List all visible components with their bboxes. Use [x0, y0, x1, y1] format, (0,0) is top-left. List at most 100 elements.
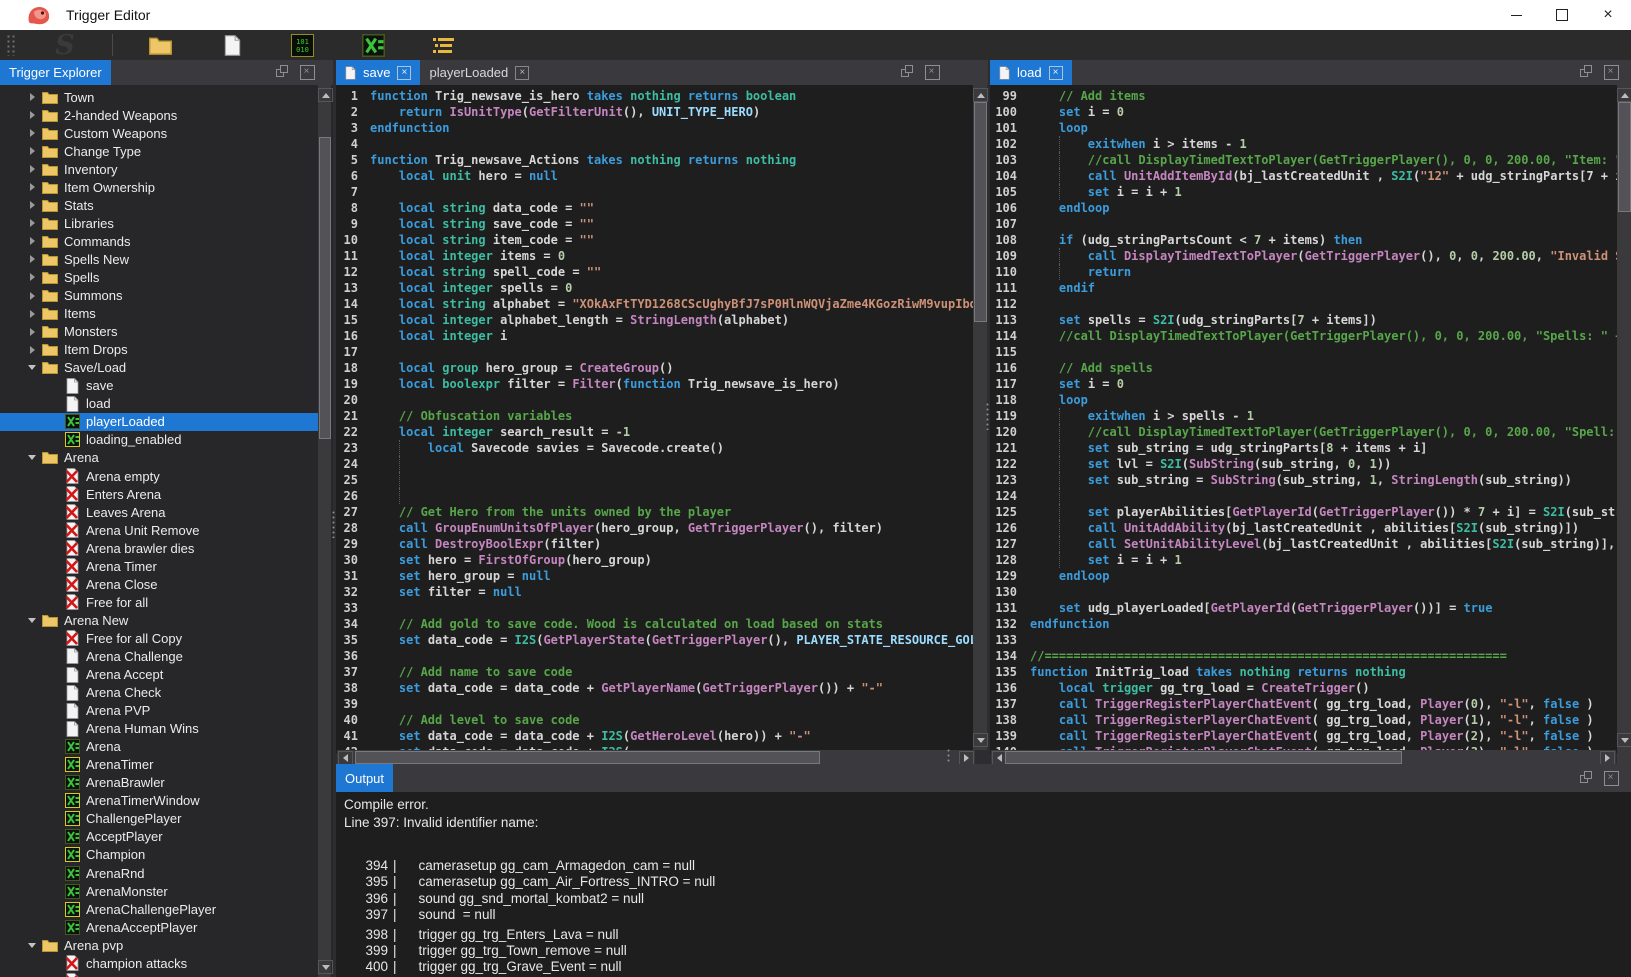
tree-item[interactable] — [0, 972, 318, 977]
tree-item[interactable]: Item Drops — [0, 341, 318, 359]
tree-item[interactable]: Arena — [0, 738, 318, 756]
close-panel-icon[interactable] — [1604, 65, 1619, 80]
splitter-handle[interactable] — [985, 402, 990, 430]
tree-item[interactable]: Free for all Copy — [0, 629, 318, 647]
scroll-up-icon[interactable] — [973, 88, 988, 102]
expand-arrow-icon[interactable] — [26, 219, 38, 227]
tree-item[interactable]: Arena Close — [0, 575, 318, 593]
scroll-thumb[interactable] — [1618, 102, 1631, 212]
list-tool-icon[interactable] — [432, 36, 457, 55]
tab-trigger-explorer[interactable]: Trigger Explorer — [0, 60, 111, 85]
script-tool-icon[interactable] — [362, 34, 385, 57]
tree-item[interactable]: Stats — [0, 196, 318, 214]
tree-item[interactable]: Champion — [0, 846, 318, 864]
tree-item[interactable]: Summons — [0, 287, 318, 305]
tree-item[interactable]: ArenaBrawler — [0, 774, 318, 792]
tree-item[interactable]: Change Type — [0, 142, 318, 160]
expand-arrow-icon[interactable] — [26, 129, 38, 137]
tree-item[interactable]: Arena PVP — [0, 702, 318, 720]
tree-item[interactable]: Arena Challenge — [0, 647, 318, 665]
tree-item[interactable]: loading_enabled — [0, 431, 318, 449]
editor-vscrollbar[interactable] — [1617, 85, 1631, 750]
scroll-right-icon[interactable] — [959, 751, 974, 765]
tab-output[interactable]: Output — [336, 764, 393, 792]
tree-item[interactable]: ArenaMonster — [0, 882, 318, 900]
tree-item[interactable]: save — [0, 377, 318, 395]
close-panel-icon[interactable] — [925, 65, 940, 80]
tree-item[interactable]: Arena New — [0, 611, 318, 629]
maximize-button[interactable] — [1539, 0, 1585, 30]
scroll-tool-icon[interactable]: S — [48, 31, 82, 59]
tree-item[interactable]: Inventory — [0, 160, 318, 178]
load-code-editor[interactable]: 99 // Add items100 set i = 0101 loop102 … — [990, 85, 1617, 753]
expand-arrow-icon[interactable] — [26, 237, 38, 245]
tree-item[interactable]: Monsters — [0, 323, 318, 341]
tree-item[interactable]: ArenaAcceptPlayer — [0, 918, 318, 936]
expand-arrow-icon[interactable] — [26, 328, 38, 336]
tree-item[interactable]: load — [0, 395, 318, 413]
scroll-thumb[interactable] — [1005, 751, 1402, 764]
scroll-up-icon[interactable] — [1617, 88, 1631, 102]
tree-item[interactable]: Save/Load — [0, 359, 318, 377]
tree-item[interactable]: ChallengePlayer — [0, 810, 318, 828]
close-tab-icon[interactable] — [397, 66, 411, 80]
tree-item[interactable]: ArenaChallengePlayer — [0, 900, 318, 918]
tree-item[interactable]: champion attacks — [0, 954, 318, 972]
collapse-arrow-icon[interactable] — [26, 365, 38, 370]
expand-arrow-icon[interactable] — [26, 165, 38, 173]
tree-item[interactable]: ArenaTimerWindow — [0, 792, 318, 810]
expand-arrow-icon[interactable] — [26, 93, 38, 101]
tab-save[interactable]: save — [336, 60, 420, 85]
tree-item[interactable]: Arena pvp — [0, 936, 318, 954]
tree-item[interactable]: Arena empty — [0, 467, 318, 485]
tree-item[interactable]: ArenaTimer — [0, 756, 318, 774]
editor-hscrollbar[interactable] — [337, 750, 975, 764]
collapse-arrow-icon[interactable] — [26, 455, 38, 460]
float-panel-icon[interactable] — [275, 65, 288, 78]
tree-item[interactable]: Free for all — [0, 593, 318, 611]
expand-arrow-icon[interactable] — [26, 255, 38, 263]
scroll-down-icon[interactable] — [318, 960, 333, 974]
tree-item[interactable]: Arena Accept — [0, 666, 318, 684]
tab-playerLoaded[interactable]: playerLoaded — [420, 60, 538, 85]
scroll-up-icon[interactable] — [318, 88, 333, 102]
tree-item[interactable]: Libraries — [0, 214, 318, 232]
tree-scroll-thumb[interactable] — [319, 137, 331, 439]
binary-tool-icon[interactable]: 101010 — [291, 34, 314, 57]
expand-arrow-icon[interactable] — [26, 183, 38, 191]
tree-scrollbar[interactable] — [318, 85, 331, 977]
expand-arrow-icon[interactable] — [26, 346, 38, 354]
tree-item[interactable]: Item Ownership — [0, 178, 318, 196]
collapse-arrow-icon[interactable] — [26, 943, 38, 948]
save-code-editor[interactable]: 1function Trig_newsave_is_hero takes not… — [336, 85, 973, 753]
tree-item[interactable]: ArenaRnd — [0, 864, 318, 882]
scroll-thumb[interactable] — [355, 751, 820, 764]
new-document-tool-icon[interactable] — [224, 35, 241, 56]
tree-item[interactable]: Items — [0, 305, 318, 323]
expand-arrow-icon[interactable] — [26, 201, 38, 209]
collapse-arrow-icon[interactable] — [26, 618, 38, 623]
tree-item[interactable]: Arena — [0, 449, 318, 467]
float-panel-icon[interactable] — [1579, 65, 1592, 78]
tree-item[interactable]: 2-handed Weapons — [0, 106, 318, 124]
minimize-button[interactable] — [1493, 0, 1539, 30]
scroll-thumb[interactable] — [974, 102, 987, 322]
float-panel-icon[interactable] — [1579, 771, 1592, 784]
close-tab-icon[interactable] — [515, 66, 529, 80]
close-panel-icon[interactable] — [300, 65, 315, 80]
tree-item[interactable]: Arena Check — [0, 684, 318, 702]
close-panel-icon[interactable] — [1604, 771, 1619, 786]
folder-tool-icon[interactable] — [149, 36, 172, 55]
close-window-button[interactable]: × — [1585, 0, 1631, 30]
tree-item[interactable]: Arena Timer — [0, 557, 318, 575]
tree-item[interactable]: Custom Weapons — [0, 124, 318, 142]
scroll-down-icon[interactable] — [973, 733, 988, 747]
scroll-right-icon[interactable] — [1600, 751, 1615, 765]
tab-load[interactable]: load — [990, 60, 1072, 85]
tree-item[interactable]: Arena Unit Remove — [0, 521, 318, 539]
tree-item[interactable]: Town — [0, 88, 318, 106]
tree-item[interactable]: Arena brawler dies — [0, 539, 318, 557]
expand-arrow-icon[interactable] — [26, 292, 38, 300]
tree-item[interactable]: Enters Arena — [0, 485, 318, 503]
tree-item[interactable]: playerLoaded — [0, 413, 318, 431]
